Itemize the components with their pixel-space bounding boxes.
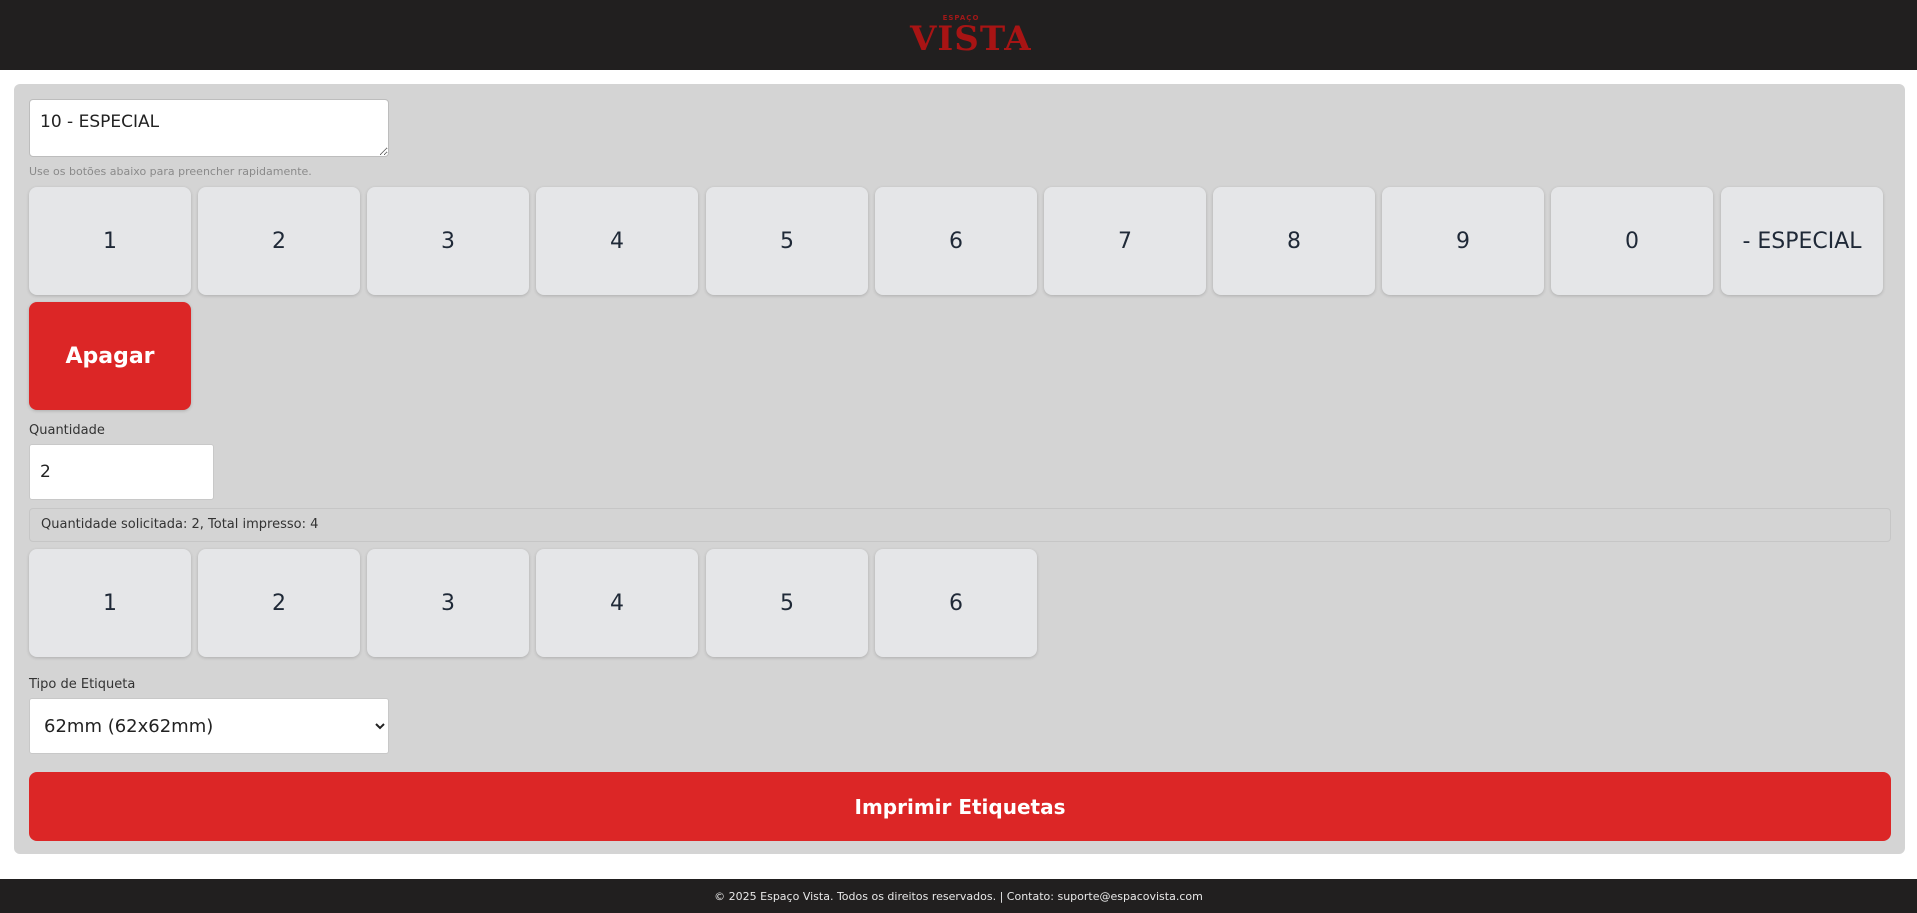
- code-key-6[interactable]: 6: [875, 187, 1037, 295]
- code-key-especial[interactable]: - ESPECIAL: [1721, 187, 1883, 295]
- code-key-7[interactable]: 7: [1044, 187, 1206, 295]
- quantity-key-6[interactable]: 6: [875, 549, 1037, 657]
- code-key-8[interactable]: 8: [1213, 187, 1375, 295]
- quantity-key-2[interactable]: 2: [198, 549, 360, 657]
- code-key-3[interactable]: 3: [367, 187, 529, 295]
- logo-big-text: VISTA: [910, 19, 1032, 59]
- quantity-key-5[interactable]: 5: [706, 549, 868, 657]
- quantity-key-4[interactable]: 4: [536, 549, 698, 657]
- print-status-message: Quantidade solicitada: 2, Total impresso…: [29, 508, 1891, 542]
- quantity-key-1[interactable]: 1: [29, 549, 191, 657]
- quantity-key-3[interactable]: 3: [367, 549, 529, 657]
- code-key-2[interactable]: 2: [198, 187, 360, 295]
- code-key-5[interactable]: 5: [706, 187, 868, 295]
- code-key-1[interactable]: 1: [29, 187, 191, 295]
- quantity-label: Quantidade: [29, 423, 105, 438]
- label-form-panel: Use os botões abaixo para preencher rapi…: [14, 84, 1905, 854]
- footer-text: © 2025 Espaço Vista. Todos os direitos r…: [714, 889, 1203, 903]
- clear-button[interactable]: Apagar: [29, 302, 191, 410]
- product-code-input[interactable]: [29, 99, 389, 157]
- label-type-label: Tipo de Etiqueta: [29, 677, 136, 692]
- code-key-4[interactable]: 4: [536, 187, 698, 295]
- quick-fill-hint: Use os botões abaixo para preencher rapi…: [29, 165, 312, 178]
- code-key-0[interactable]: 0: [1551, 187, 1713, 295]
- brand-logo[interactable]: ESPAÇO VISTA: [910, 14, 1032, 59]
- top-bar: ESPAÇO VISTA: [0, 0, 1917, 70]
- footer: © 2025 Espaço Vista. Todos os direitos r…: [0, 879, 1917, 913]
- label-type-select[interactable]: 62mm (62x62mm): [29, 698, 389, 754]
- quantity-input[interactable]: [29, 444, 214, 500]
- code-key-9[interactable]: 9: [1382, 187, 1544, 295]
- print-labels-button[interactable]: Imprimir Etiquetas: [29, 772, 1891, 841]
